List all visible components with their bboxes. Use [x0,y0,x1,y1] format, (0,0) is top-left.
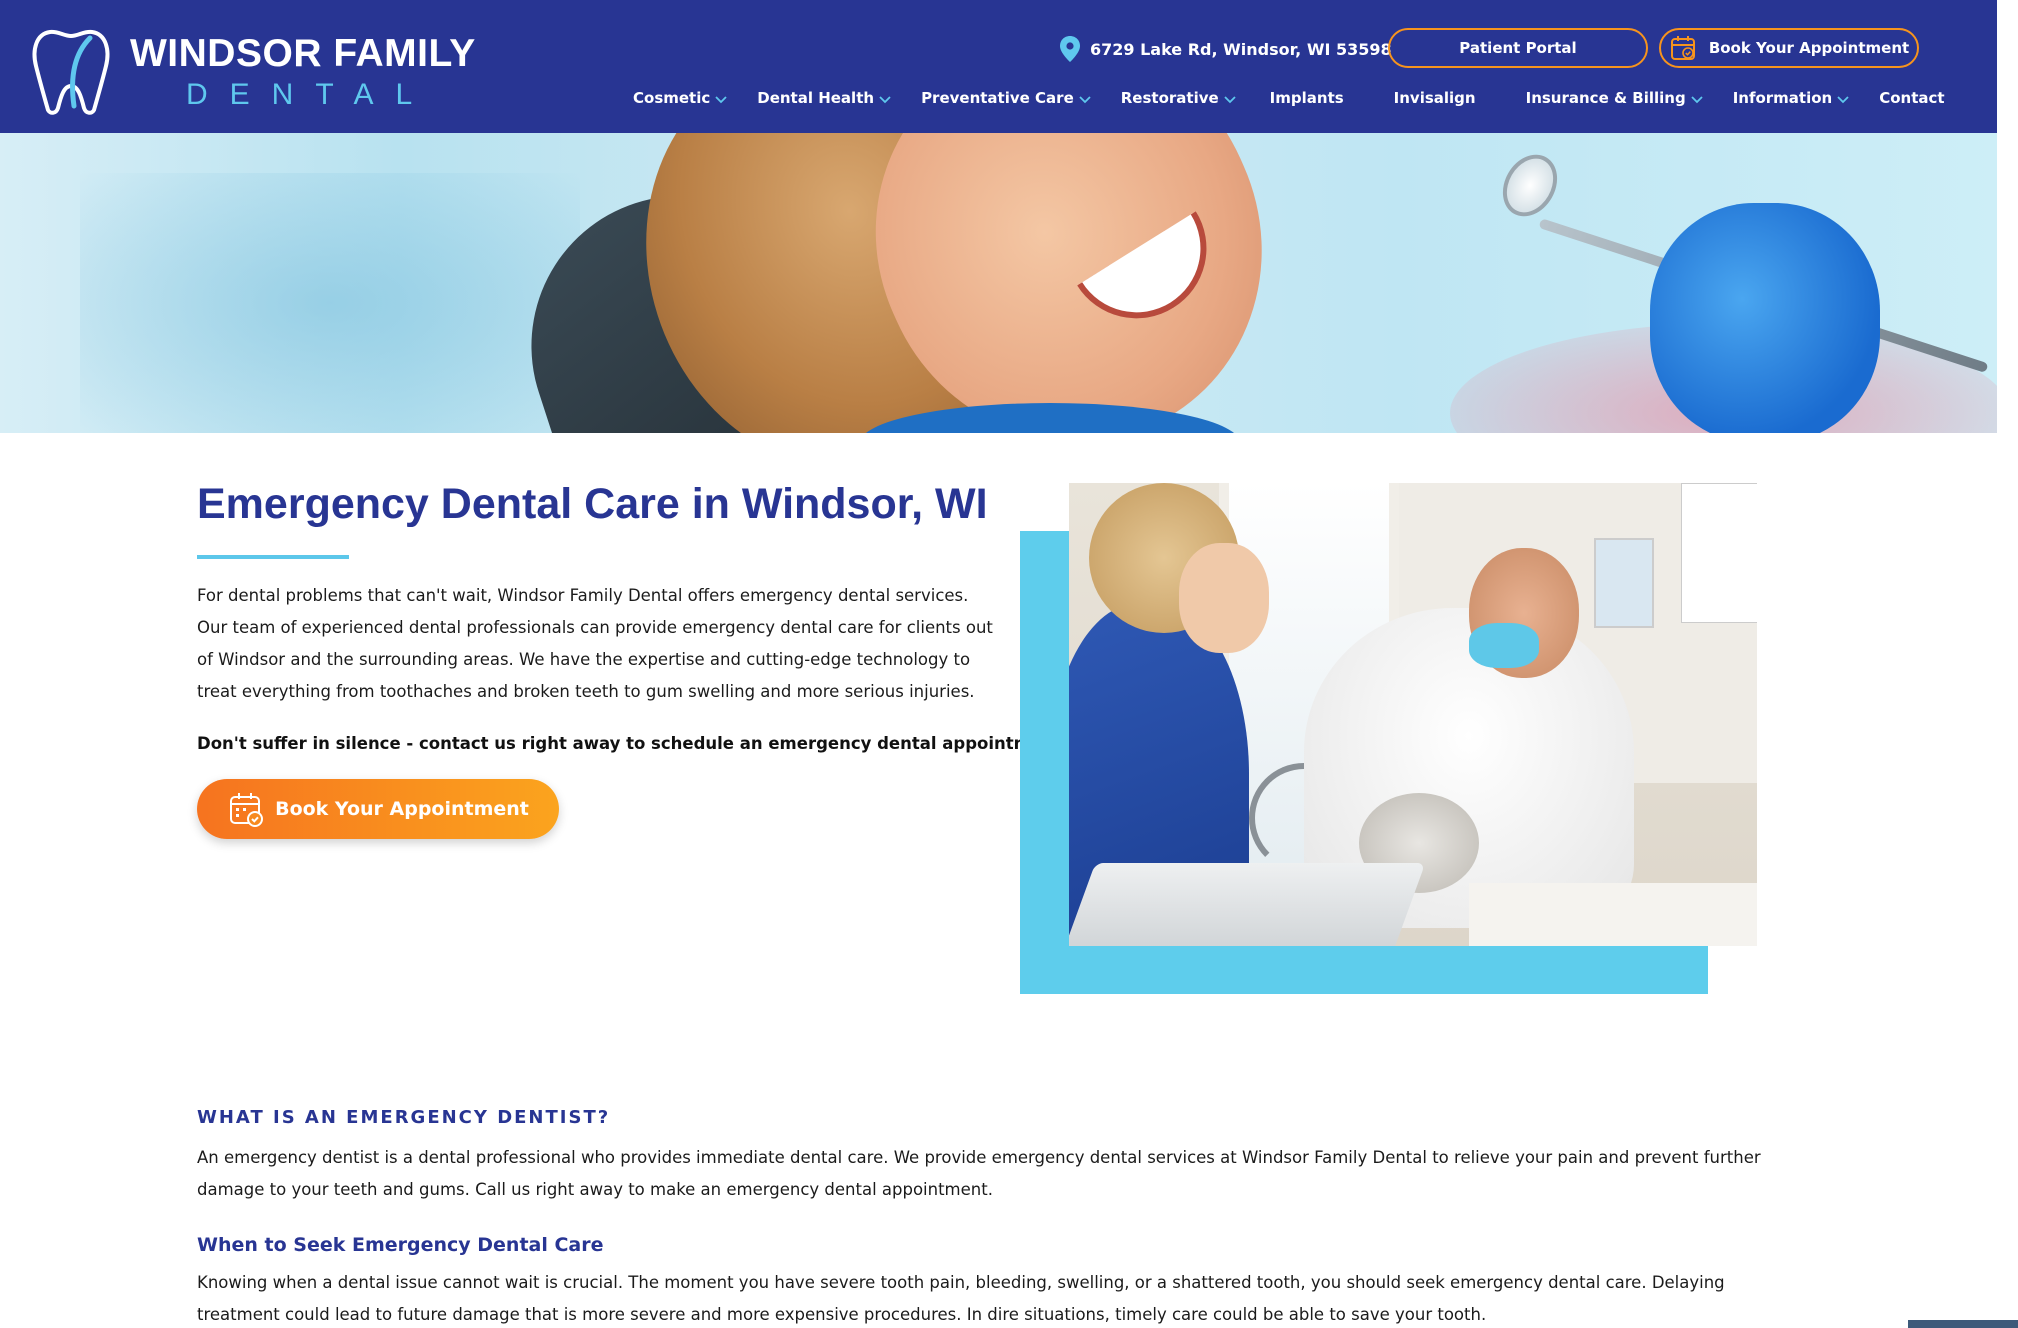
patient-portal-label: Patient Portal [1459,39,1577,57]
book-appointment-label: Book Your Appointment [275,798,529,820]
nav-item-preventative-care[interactable]: Preventative Care [921,89,1091,107]
calendar-check-icon [1670,36,1695,60]
nav-item-implants[interactable]: Implants [1270,89,1344,107]
gloved-hand-graphic [1650,203,1880,433]
page-title: Emergency Dental Care in Windsor, WI [197,480,988,528]
nav-label: Cosmetic [633,89,711,107]
chevron-down-icon [1079,96,1091,104]
section-heading-when: When to Seek Emergency Dental Care [197,1234,604,1256]
chevron-down-icon [1691,96,1703,104]
nav-item-restorative[interactable]: Restorative [1121,89,1236,107]
nav-item-contact[interactable]: Contact [1879,89,1944,107]
chevron-down-icon [879,96,891,104]
header-book-appointment-button[interactable]: Book Your Appointment [1659,28,1919,68]
hero-banner-image [0,133,1997,433]
nav-item-dental-health[interactable]: Dental Health [757,89,891,107]
patient-portal-button[interactable]: Patient Portal [1388,28,1648,68]
nav-item-cosmetic[interactable]: Cosmetic [633,89,727,107]
section-paragraph-what: An emergency dentist is a dental profess… [197,1148,1761,1199]
calendar-check-icon [230,793,264,827]
nav-item-insurance-billing[interactable]: Insurance & Billing [1526,89,1703,107]
nav-label: Preventative Care [921,89,1074,107]
title-underline [197,555,349,559]
address-text: 6729 Lake Rd, Windsor, WI 53598 [1090,39,1392,59]
chevron-down-icon [715,96,727,104]
nav-label: Insurance & Billing [1525,89,1686,107]
chevron-down-icon [1224,96,1236,104]
section-paragraph-when: Knowing when a dental issue cannot wait … [197,1273,1725,1324]
book-appointment-button[interactable]: Book Your Appointment [197,779,559,839]
logo-wordmark-top: WINDSOR FAMILY [130,32,476,75]
main-nav: Cosmetic Dental Health Preventative Care… [633,86,1945,110]
logo-wordmark-bottom: DENTAL [186,78,435,111]
map-pin-icon [1060,36,1080,62]
callout-text: Don't suffer in silence - contact us rig… [197,734,1068,753]
nav-item-information[interactable]: Information [1733,89,1850,107]
site-logo[interactable]: WINDSOR FAMILY DENTAL [30,26,475,116]
nav-label: Invisalign [1393,89,1476,107]
header-book-label: Book Your Appointment [1708,39,1910,57]
section-heading-what: WHAT IS AN EMERGENCY DENTIST? [197,1107,611,1128]
practice-address[interactable]: 6729 Lake Rd, Windsor, WI 53598 [1058,34,1392,64]
nav-label: Dental Health [757,89,875,107]
instrument-tray-graphic [1069,863,1426,946]
chat-widget-tab[interactable] [1908,1320,2018,1328]
dental-procedure-photo [1069,483,1757,946]
site-header: WINDSOR FAMILY DENTAL 6729 Lake Rd, Wind… [0,0,1997,133]
chevron-down-icon [1837,96,1849,104]
nav-label: Information [1732,89,1833,107]
nav-label: Restorative [1120,89,1219,107]
nav-label: Implants [1269,89,1344,107]
intro-paragraph: For dental problems that can't wait, Win… [197,586,993,701]
tooth-logo-icon [32,29,110,115]
nav-item-invisalign[interactable]: Invisalign [1394,89,1476,107]
nav-label: Contact [1879,89,1945,107]
